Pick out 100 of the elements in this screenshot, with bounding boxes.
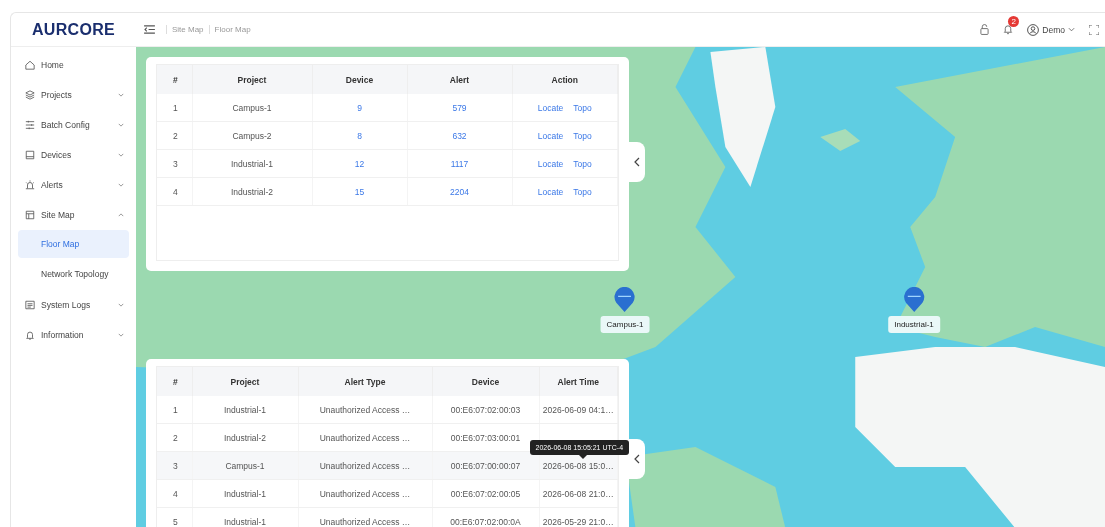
alert-count-link[interactable]: 2204	[407, 177, 512, 206]
alarm-icon	[25, 180, 35, 190]
table-cell: 4	[157, 479, 192, 508]
sidebar-item[interactable]: Projects	[18, 80, 129, 110]
table-cell: Industrial-2	[192, 177, 312, 206]
device-count-link[interactable]: 15	[312, 177, 407, 206]
column-header: Project	[192, 367, 298, 396]
table-cell: Unauthorized Access …	[298, 423, 432, 452]
action-link[interactable]: Locate	[537, 102, 564, 113]
action-link[interactable]: Topo	[573, 158, 592, 169]
action-link[interactable]: Locate	[537, 186, 564, 197]
action-link[interactable]: Topo	[573, 102, 592, 113]
land-shape	[820, 129, 861, 151]
list-icon	[25, 300, 35, 310]
sidebar-item[interactable]: Alerts	[18, 170, 129, 200]
table-cell: 00:E6:07:00:00:07	[432, 451, 539, 480]
chevron-left-icon	[633, 454, 640, 464]
notification-badge: 2	[1008, 16, 1020, 27]
table-cell: 00:E6:07:02:00:05	[432, 479, 539, 508]
collapse-tab[interactable]	[628, 439, 645, 479]
sidebar-item[interactable]: Home	[18, 50, 129, 80]
table-cell: 5	[157, 507, 192, 527]
table-cell: 2026-06-08 15:0…	[542, 460, 614, 471]
action-link[interactable]: Topo	[573, 130, 592, 141]
action-link[interactable]: Locate	[537, 158, 564, 169]
user-icon	[1027, 23, 1040, 36]
device-count-link[interactable]: 8	[312, 121, 407, 150]
table-cell: 00:E6:07:02:00:03	[432, 396, 539, 424]
chevron-down-icon	[118, 303, 124, 307]
layers-icon	[25, 90, 35, 100]
alert-count-link[interactable]: 1117	[407, 149, 512, 178]
breadcrumb-link[interactable]: Floor Map	[214, 25, 251, 34]
table-cell: 1	[157, 94, 192, 122]
table-cell: Unauthorized Access …	[298, 479, 432, 508]
table-cell: Industrial-1	[192, 396, 298, 424]
table-cell: Unauthorized Access …	[298, 396, 432, 424]
table-cell: 2	[157, 121, 192, 150]
chevron-up-icon	[118, 213, 124, 217]
table-cell: Industrial-1	[192, 479, 298, 508]
table-cell: Industrial-1	[192, 149, 312, 178]
user-menu[interactable]: Demo	[1027, 23, 1075, 36]
table-cell: 2026-05-29 21:0…	[542, 516, 614, 527]
monitor-icon	[25, 150, 35, 160]
table-cell: Unauthorized Access …	[298, 451, 432, 480]
fullscreen-icon[interactable]	[1089, 24, 1099, 35]
chevron-down-icon	[118, 183, 124, 187]
column-header: Project	[192, 65, 312, 94]
bell-icon	[25, 330, 35, 340]
action-link[interactable]: Topo	[573, 186, 592, 197]
logo: AURCORE	[32, 20, 115, 39]
column-header: #	[157, 367, 192, 396]
map-pin-icon[interactable]	[903, 287, 925, 313]
bell-icon[interactable]	[1003, 24, 1014, 35]
table-cell: Unauthorized Access …	[298, 507, 432, 527]
map-pin-icon[interactable]	[614, 287, 636, 313]
table-cell: Campus-1	[192, 451, 298, 480]
column-header: #	[157, 65, 192, 94]
table-cell: 3	[157, 149, 192, 178]
table-cell: Industrial-2	[192, 423, 298, 452]
table-cell: 2	[157, 423, 192, 452]
column-header: Alert Type	[298, 367, 432, 396]
table-cell: Campus-2	[192, 121, 312, 150]
device-count-link[interactable]: 12	[312, 149, 407, 178]
column-header: Action	[512, 65, 618, 94]
column-header: Alert	[407, 65, 512, 94]
table-cell: Industrial-1	[192, 507, 298, 527]
sliders-icon	[25, 120, 35, 130]
lock-icon[interactable]	[980, 24, 990, 35]
sidebar-subitem[interactable]: Floor Map	[18, 230, 129, 258]
menu-fold-icon[interactable]	[144, 25, 155, 34]
sidebar-item[interactable]: Information	[18, 320, 129, 350]
table-cell: 00:E6:07:02:00:0A	[432, 507, 539, 527]
column-header: Device	[432, 367, 539, 396]
sidebar-item[interactable]: Site Map	[18, 200, 129, 230]
chevron-down-icon	[118, 123, 124, 127]
alert-count-link[interactable]: 579	[407, 94, 512, 122]
breadcrumb-link[interactable]: Site Map	[172, 25, 204, 34]
chevron-down-icon	[118, 153, 124, 157]
sidebar-item[interactable]: System Logs	[18, 290, 129, 320]
table-cell: 2026-06-09 04:1…	[542, 404, 614, 415]
layout-icon	[25, 210, 35, 220]
chevron-down-icon	[118, 333, 124, 337]
column-header: Alert Time	[539, 367, 618, 396]
chevron-down-icon	[118, 93, 124, 97]
table-cell: 3	[157, 451, 192, 480]
sidebar-subitem[interactable]: Network Topology	[18, 260, 129, 288]
action-link[interactable]: Locate	[537, 130, 564, 141]
table-cell: 2026-06-08 21:0…	[542, 488, 614, 499]
table-cell: Campus-1	[192, 94, 312, 122]
map-marker-label: Campus-1	[600, 316, 650, 333]
home-icon	[25, 60, 35, 70]
chevron-down-icon	[1068, 27, 1075, 32]
alert-count-link[interactable]: 632	[407, 121, 512, 150]
sidebar-item[interactable]: Devices	[18, 140, 129, 170]
chevron-left-icon	[633, 157, 640, 167]
table-cell: 4	[157, 177, 192, 206]
device-count-link[interactable]: 9	[312, 94, 407, 122]
table-cell: 1	[157, 396, 192, 424]
map-marker-label: Industrial-1	[888, 316, 940, 333]
sidebar-item[interactable]: Batch Config	[18, 110, 129, 140]
